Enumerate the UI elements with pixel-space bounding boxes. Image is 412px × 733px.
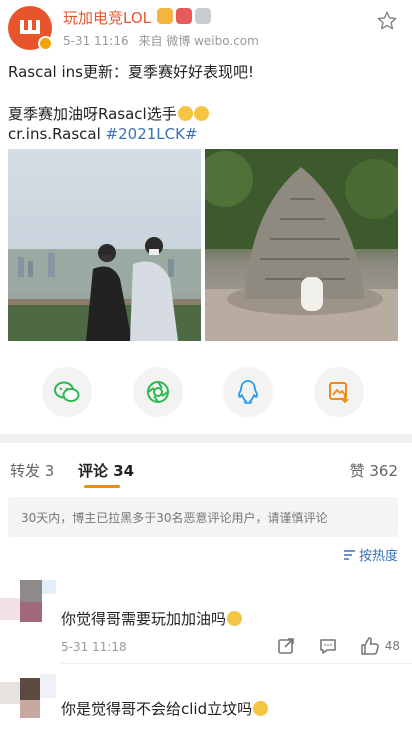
interaction-tabs: 转发 3 评论 34 赞 362 [0, 443, 412, 493]
share-qq-button[interactable] [223, 367, 273, 417]
emoji-icon [253, 701, 269, 716]
share-row [0, 367, 412, 417]
post-image-1[interactable] [8, 149, 201, 341]
qq-icon [238, 380, 258, 404]
comment-item: 你是觉得哥不会给clid立坟吗 [0, 664, 412, 733]
brand-logo-icon [20, 20, 40, 34]
level-badge-icon [195, 8, 211, 24]
emoji-icon [227, 611, 243, 626]
commenter-avatar[interactable] [0, 580, 56, 634]
medal-badge-icon [176, 8, 192, 24]
sort-toggle[interactable]: 按热度 [343, 545, 398, 564]
author-name[interactable]: 玩加电竞LOL [63, 7, 151, 28]
post-line: 夏季赛加油呀Rasacl选手 [8, 104, 404, 124]
tab-comments[interactable]: 评论 34 [78, 460, 134, 481]
crown-badge-icon [157, 8, 173, 24]
comment-text: 你是觉得哥不会给clid立坟吗 [61, 698, 269, 719]
post-body: Rascal ins更新：夏季赛好好表现吧! 夏季赛加油呀Rasacl选手 cr… [8, 62, 404, 144]
emoji-icon [177, 106, 193, 121]
author-avatar[interactable] [8, 6, 53, 51]
post-source: 来自 微博 weibo.com [138, 34, 259, 48]
post-line: cr.ins.Rascal #2021LCK# [8, 125, 198, 143]
city-photo-illustration [8, 237, 201, 341]
cairn-photo-illustration [205, 149, 398, 341]
post-image-2[interactable] [205, 149, 398, 341]
repost-icon[interactable] [275, 635, 297, 657]
emoji-icon [193, 106, 209, 121]
sort-icon [343, 549, 355, 560]
post-meta: 5-31 11:16 来自 微博 weibo.com [63, 32, 265, 49]
comment-actions: 48 [255, 635, 400, 657]
post-header: 玩加电竞LOL 5-31 11:16 来自 微博 weibo.com [0, 0, 412, 58]
like-icon[interactable] [359, 635, 381, 657]
section-divider [0, 434, 412, 443]
tab-likes[interactable]: 赞 362 [350, 460, 398, 481]
hashtag-link[interactable]: #2021LCK# [106, 125, 198, 143]
tab-repost[interactable]: 转发 3 [10, 460, 54, 481]
moments-icon [147, 381, 169, 403]
post-line: Rascal ins更新：夏季赛好好表现吧! [8, 63, 254, 81]
comment-text: 你觉得哥需要玩加加油吗 [61, 608, 243, 629]
share-wechat-button[interactable] [42, 367, 92, 417]
user-badges [157, 8, 211, 24]
save-image-button[interactable] [314, 367, 364, 417]
wechat-icon [54, 381, 80, 402]
post-time: 5-31 11:16 [63, 34, 129, 48]
blurred-avatar-image [0, 580, 56, 634]
verified-badge-icon [38, 36, 53, 51]
commenter-avatar[interactable] [0, 668, 56, 722]
like-count: 48 [384, 639, 400, 653]
save-image-icon [329, 382, 349, 404]
share-moments-button[interactable] [133, 367, 183, 417]
star-icon[interactable] [376, 10, 398, 32]
comment-time: 5-31 11:18 [61, 640, 127, 654]
active-tab-indicator [84, 485, 120, 488]
reply-icon[interactable] [317, 635, 339, 657]
comment-notice: 30天内，博主已拉黑多于30名恶意评论用户，请谨慎评论 [8, 497, 398, 537]
comment-item: 你觉得哥需要玩加加油吗 5-31 11:18 48 [0, 578, 412, 664]
blurred-avatar-image [0, 668, 56, 722]
